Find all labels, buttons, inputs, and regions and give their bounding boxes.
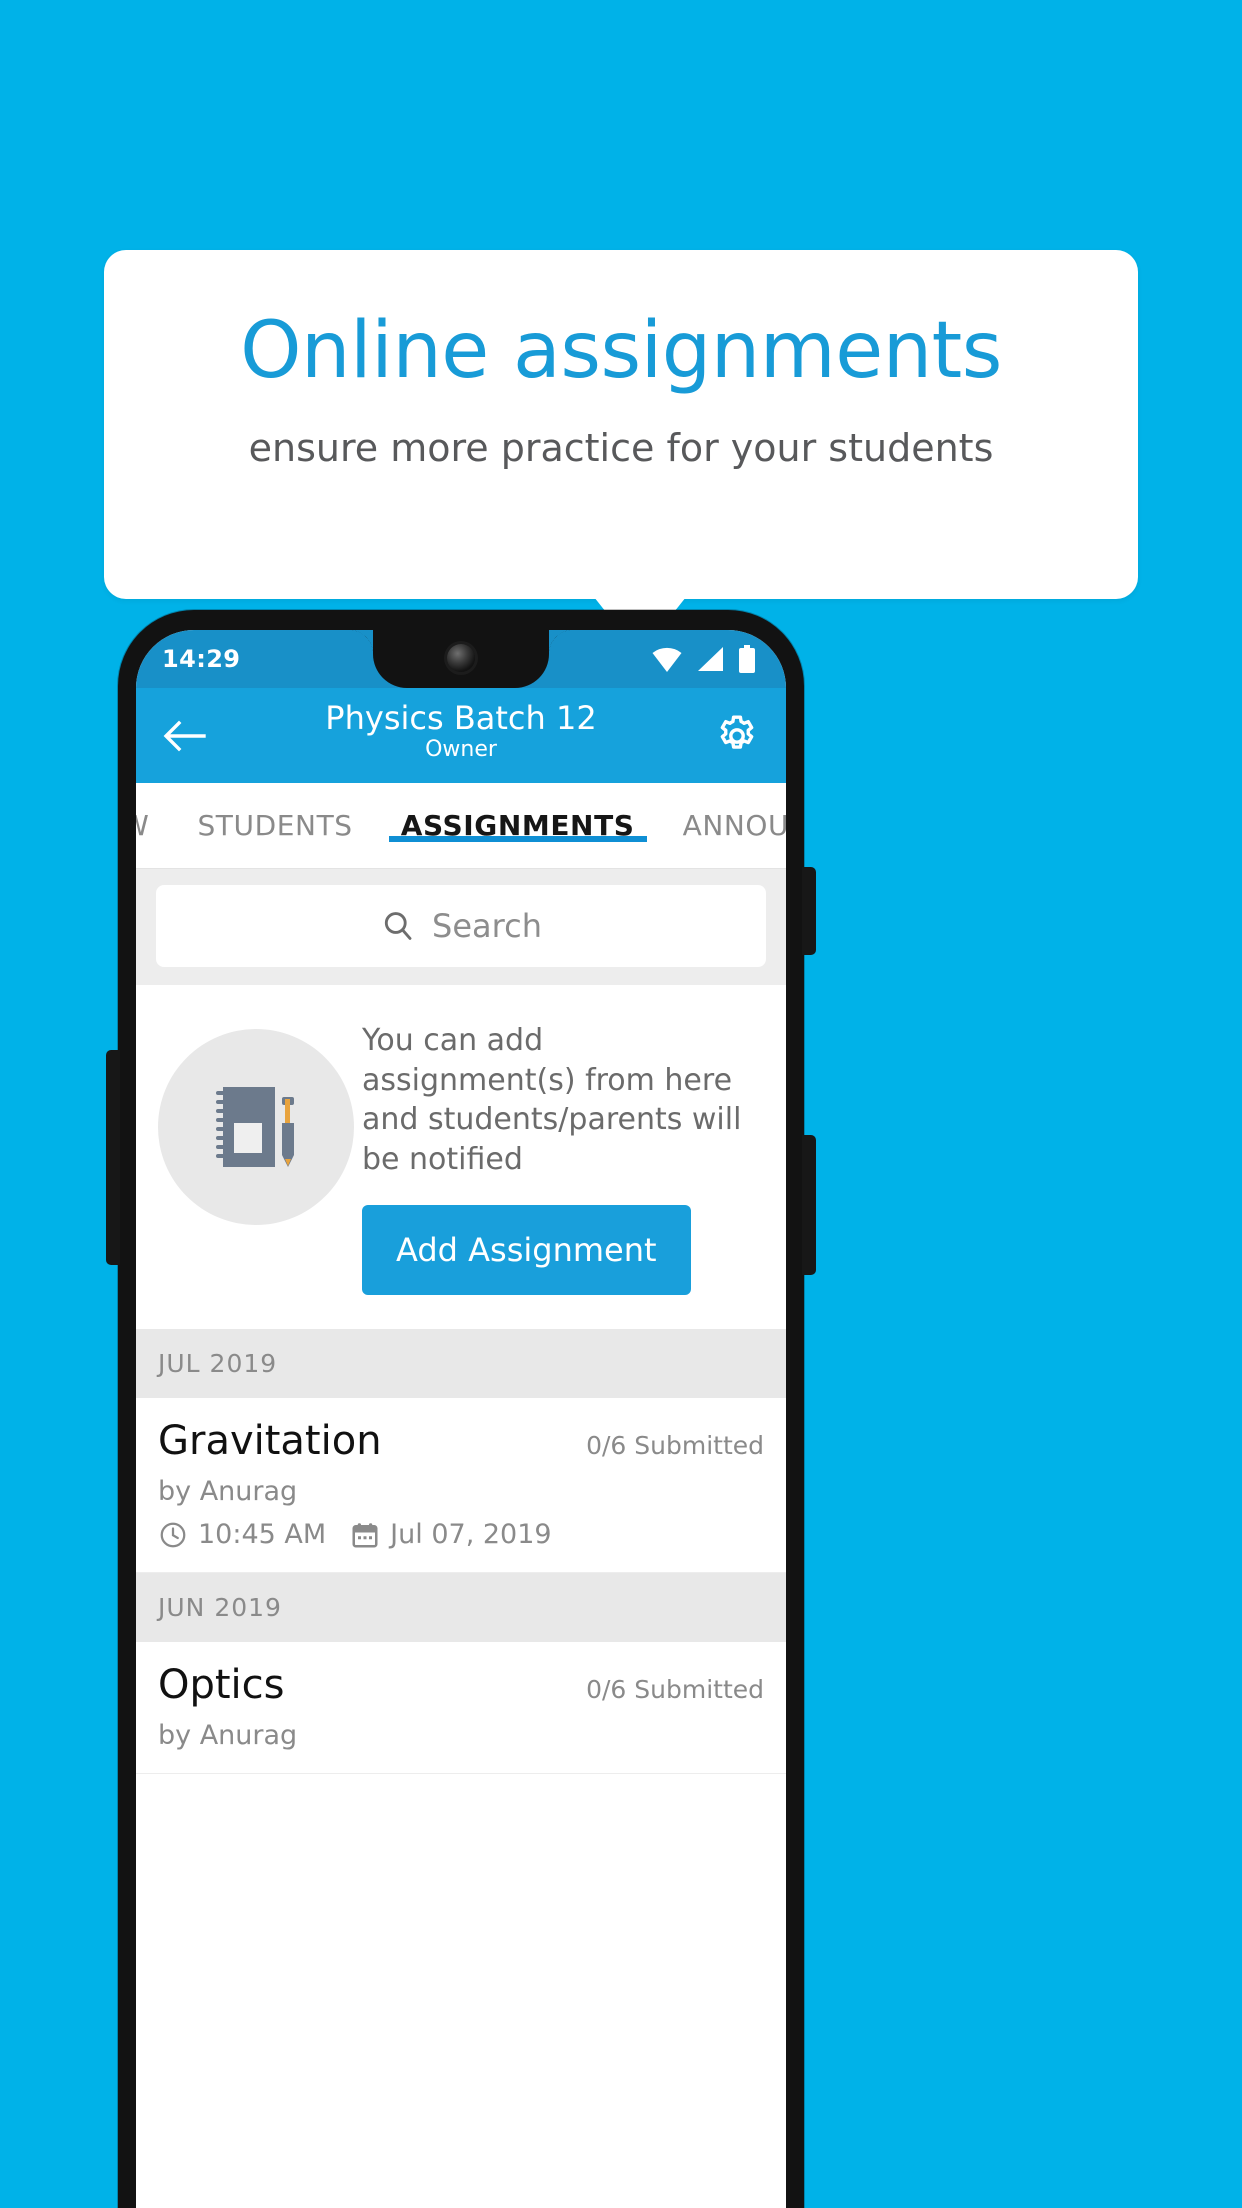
promo-callout-card: Online assignments ensure more practice … bbox=[104, 250, 1138, 599]
status-time: 14:29 bbox=[162, 645, 241, 673]
phone-screen: 14:29 Physics Batch 12 Owner STUDENTS AS… bbox=[136, 630, 786, 2208]
assignment-time: 10:45 AM bbox=[198, 1519, 327, 1551]
assignment-row-top: Gravitation 0/6 Submitted bbox=[158, 1418, 764, 1464]
search-placeholder: Search bbox=[432, 907, 542, 945]
empty-state-card: You can add assignment(s) from here and … bbox=[136, 985, 786, 1330]
app-bar-titles: Physics Batch 12 Owner bbox=[136, 698, 786, 762]
tab-students[interactable]: STUDENTS bbox=[173, 809, 376, 842]
assignment-submitted-count: 0/6 Submitted bbox=[586, 1675, 764, 1705]
assignment-row-top: Optics 0/6 Submitted bbox=[158, 1662, 764, 1708]
search-icon bbox=[384, 912, 412, 940]
tab-label: ANNOUNCEMENTS bbox=[682, 809, 786, 842]
app-bar: Physics Batch 12 Owner bbox=[136, 688, 786, 783]
wifi-icon bbox=[652, 647, 682, 672]
page-subtitle: Owner bbox=[425, 737, 497, 762]
status-icons bbox=[652, 645, 760, 673]
phone-power-button bbox=[802, 867, 816, 955]
search-input[interactable]: Search bbox=[156, 885, 766, 967]
promo-subtitle: ensure more practice for your students bbox=[248, 426, 994, 470]
tab-announcements[interactable]: ANNOUNCEMENTS bbox=[659, 809, 786, 842]
month-header: JUN 2019 bbox=[136, 1573, 786, 1643]
empty-state-body: You can add assignment(s) from here and … bbox=[362, 1015, 764, 1296]
phone-left-button bbox=[106, 1050, 120, 1265]
assignment-title: Optics bbox=[158, 1662, 285, 1709]
arrow-left-icon bbox=[163, 720, 206, 751]
tab-label: ASSIGNMENTS bbox=[400, 809, 635, 842]
assignment-date-group: Jul 07, 2019 bbox=[350, 1519, 552, 1551]
month-header: JUL 2019 bbox=[136, 1329, 786, 1399]
assignment-author: by Anurag bbox=[158, 1476, 298, 1508]
back-button[interactable] bbox=[158, 710, 210, 762]
search-section: Search bbox=[136, 869, 786, 985]
add-assignment-button[interactable]: Add Assignment bbox=[362, 1205, 691, 1296]
promo-screenshot: Online assignments ensure more practice … bbox=[0, 0, 1242, 2208]
empty-state-text: You can add assignment(s) from here and … bbox=[362, 1023, 742, 1177]
assignment-submitted-count: 0/6 Submitted bbox=[586, 1431, 764, 1461]
tab-assignments[interactable]: ASSIGNMENTS bbox=[377, 809, 659, 842]
assignment-time-group: 10:45 AM bbox=[158, 1519, 326, 1550]
phone-volume-button bbox=[802, 1135, 816, 1275]
tab-label: IEW bbox=[136, 809, 149, 842]
notebook-and-pen-icon bbox=[158, 1029, 354, 1225]
tab-bar: IEW STUDENTS ASSIGNMENTS ANNOUNCEMENTS bbox=[136, 783, 786, 869]
calendar-icon bbox=[352, 1523, 378, 1548]
assignment-title: Gravitation bbox=[158, 1418, 382, 1465]
assignment-meta: 10:45 AM Jul 07, 2019 bbox=[158, 1519, 764, 1550]
front-camera-icon bbox=[447, 644, 475, 672]
gear-icon bbox=[720, 715, 754, 749]
phone-device-frame: 14:29 Physics Batch 12 Owner STUDENTS AS… bbox=[106, 610, 816, 2208]
settings-button[interactable] bbox=[710, 709, 764, 763]
assignment-author: by Anurag bbox=[158, 1720, 298, 1752]
tab-label: STUDENTS bbox=[197, 809, 353, 842]
notebook-and-pen-glyph bbox=[216, 1087, 294, 1167]
clock-icon bbox=[160, 1522, 186, 1548]
assignment-row[interactable]: Optics 0/6 Submitted by Anurag bbox=[136, 1642, 786, 1775]
cell-signal-icon bbox=[698, 647, 723, 671]
page-title: Physics Batch 12 bbox=[325, 699, 597, 737]
tab-overview[interactable]: IEW bbox=[136, 809, 173, 842]
assignment-row[interactable]: Gravitation 0/6 Submitted by Anurag 10:4… bbox=[136, 1398, 786, 1574]
assignment-date: Jul 07, 2019 bbox=[390, 1519, 552, 1551]
battery-icon bbox=[739, 645, 755, 673]
promo-title: Online assignments bbox=[240, 306, 1002, 396]
